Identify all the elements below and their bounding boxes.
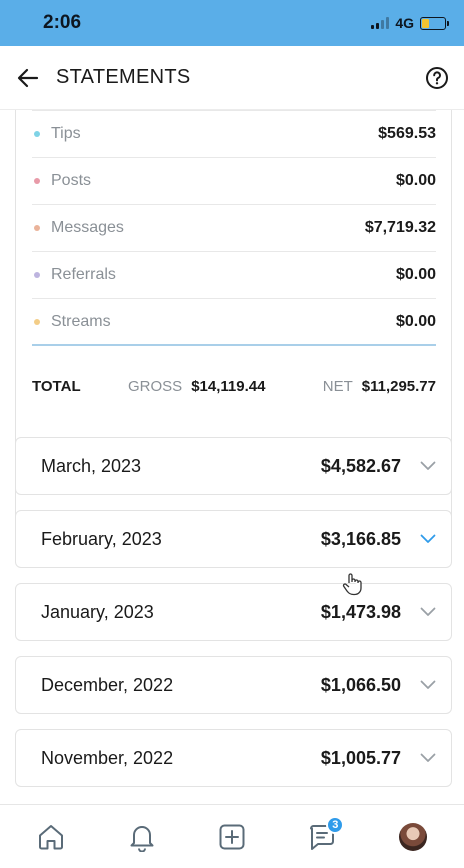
month-row-november-2022[interactable]: November, 2022 $1,005.77 bbox=[15, 729, 452, 787]
total-row: TOTAL GROSS $14,119.44 NET $11,295.77 bbox=[32, 366, 436, 406]
summary-row-value: $0.00 bbox=[395, 266, 436, 283]
month-row-december-2022[interactable]: December, 2022 $1,066.50 bbox=[15, 656, 452, 714]
home-icon bbox=[39, 824, 64, 849]
summary-row-value: $0.00 bbox=[395, 312, 436, 330]
month-amount: $3,166.85 bbox=[320, 528, 401, 549]
posts-dot bbox=[34, 178, 40, 184]
battery-icon bbox=[420, 16, 449, 30]
month-row-february-2023[interactable]: February, 2023 $3,166.85 bbox=[15, 510, 452, 568]
status-time: 2:06 bbox=[43, 12, 82, 33]
gross-label: GROSS bbox=[128, 377, 183, 395]
network-label: 4G bbox=[395, 15, 414, 31]
month-row-march-2023[interactable]: March, 2023 $4,582.67 bbox=[15, 437, 452, 495]
chevron-down-icon bbox=[419, 603, 437, 621]
messages-dot bbox=[34, 225, 40, 231]
plus-square-icon bbox=[219, 824, 245, 849]
summary-row-label: Posts bbox=[51, 172, 92, 189]
arrow-left-icon bbox=[17, 68, 39, 87]
month-name: November, 2022 bbox=[41, 747, 174, 768]
month-name: February, 2023 bbox=[41, 528, 162, 549]
gross-value: $14,119.44 bbox=[191, 377, 266, 395]
chevron-down-icon bbox=[419, 749, 437, 767]
summary-row-tips: Tips $569.53 bbox=[32, 111, 436, 158]
net-label: NET bbox=[322, 377, 353, 395]
summary-row-value: $0.00 bbox=[395, 172, 436, 189]
status-indicators: 4G bbox=[371, 15, 449, 31]
nav-profile[interactable] bbox=[388, 812, 438, 862]
month-name: January, 2023 bbox=[41, 601, 154, 622]
summary-row-label: Streams bbox=[51, 312, 111, 330]
net-value: $11,295.77 bbox=[361, 377, 436, 395]
messages-badge: 3 bbox=[326, 815, 345, 834]
status-bar: 2:06 4G bbox=[0, 0, 464, 46]
summary-row-messages: Messages $7,719.32 bbox=[32, 205, 436, 252]
nav-messages[interactable]: 3 bbox=[297, 812, 347, 862]
summary-list: Tips $569.53 Posts $0.00 Messages $7,719… bbox=[32, 110, 436, 346]
statements-content[interactable]: Tips $569.53 Posts $0.00 Messages $7,719… bbox=[0, 110, 464, 804]
summary-row-posts: Posts $0.00 bbox=[32, 158, 436, 205]
summary-row-label: Tips bbox=[51, 125, 81, 142]
bell-icon bbox=[130, 825, 154, 852]
referrals-dot bbox=[34, 272, 40, 278]
month-amount: $1,005.77 bbox=[320, 747, 401, 768]
summary-row-label: Messages bbox=[51, 219, 124, 236]
bottom-nav: 3 bbox=[0, 804, 464, 868]
month-amount: $4,582.67 bbox=[320, 455, 401, 476]
chevron-down-icon bbox=[419, 676, 437, 694]
avatar bbox=[398, 822, 427, 851]
total-label: TOTAL bbox=[32, 377, 81, 395]
nav-notifications[interactable] bbox=[117, 812, 167, 862]
month-row-january-2023[interactable]: January, 2023 $1,473.98 bbox=[15, 583, 452, 641]
nav-home[interactable] bbox=[26, 812, 76, 862]
signal-icon bbox=[371, 17, 390, 29]
summary-row-value: $569.53 bbox=[378, 125, 436, 142]
month-amount: $1,066.50 bbox=[320, 674, 401, 695]
summary-row-streams: Streams $0.00 bbox=[32, 299, 436, 346]
summary-row-referrals: Referrals $0.00 bbox=[32, 252, 436, 299]
help-button[interactable] bbox=[424, 65, 450, 91]
help-icon bbox=[426, 66, 448, 89]
chevron-down-icon bbox=[419, 457, 437, 475]
month-amount: $1,473.98 bbox=[320, 601, 401, 622]
streams-dot bbox=[34, 318, 40, 325]
chevron-down-icon bbox=[419, 530, 437, 548]
month-name: March, 2023 bbox=[41, 455, 142, 476]
month-name: December, 2022 bbox=[41, 674, 174, 695]
tips-dot bbox=[34, 131, 40, 137]
nav-add-post[interactable] bbox=[207, 812, 257, 862]
app-header: STATEMENTS bbox=[0, 46, 464, 110]
back-button[interactable] bbox=[16, 66, 40, 90]
summary-row-value: $7,719.32 bbox=[364, 219, 436, 236]
page-title: STATEMENTS bbox=[56, 66, 191, 88]
hand-cursor-icon bbox=[342, 573, 362, 596]
summary-row-label: Referrals bbox=[51, 266, 116, 283]
